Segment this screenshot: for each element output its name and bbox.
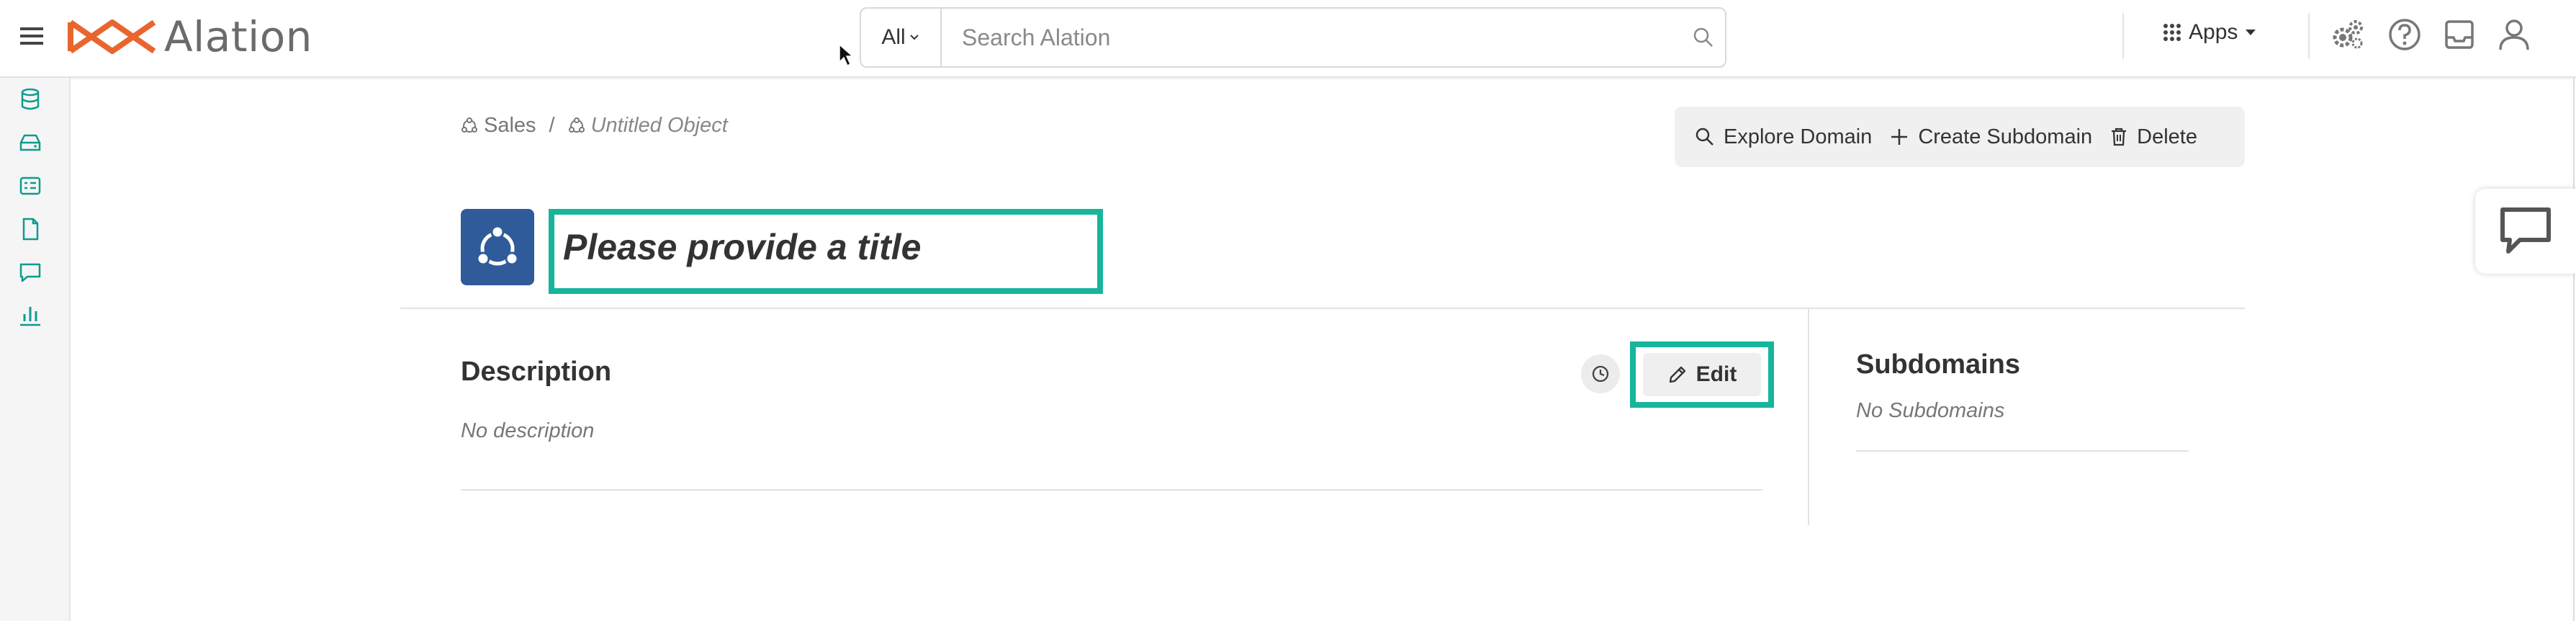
search-icon[interactable] — [1682, 27, 1725, 48]
database-icon[interactable] — [17, 86, 43, 112]
inbox-icon[interactable] — [2441, 16, 2478, 53]
breadcrumb-item-current: Untitled Object — [568, 114, 728, 138]
help-icon[interactable] — [2386, 16, 2423, 53]
edit-label: Edit — [1695, 362, 1737, 386]
document-icon[interactable] — [17, 216, 43, 242]
clock-icon — [1590, 364, 1611, 384]
title-field-highlight — [549, 209, 1103, 294]
search-icon — [1695, 127, 1724, 147]
explore-domain-label: Explore Domain — [1724, 125, 1873, 148]
subdomains-heading: Subdomains — [1856, 349, 2021, 380]
search-scope-dropdown[interactable]: All — [861, 9, 942, 66]
hamburger-menu-icon[interactable] — [17, 22, 46, 50]
domain-tile — [461, 209, 534, 285]
breadcrumb-separator: / — [549, 114, 555, 137]
description-heading: Description — [461, 357, 612, 387]
catalog-icon[interactable] — [17, 173, 43, 199]
app-name: Alation — [164, 12, 312, 61]
breadcrumb-label: Sales — [484, 114, 536, 137]
storage-icon[interactable] — [17, 130, 43, 156]
search-bar: All — [860, 7, 1726, 68]
chat-widget-button[interactable] — [2475, 189, 2576, 274]
trash-icon — [2109, 127, 2137, 147]
subdomains-value: No Subdomains — [1856, 399, 2005, 422]
description-value: No description — [461, 419, 595, 442]
mouse-cursor-icon — [838, 43, 854, 68]
alation-logo-icon — [66, 15, 158, 58]
subdomains-divider — [1856, 450, 2189, 452]
breadcrumb: Sales / Untitled Object — [461, 114, 728, 138]
breadcrumb-label: Untitled Object — [590, 114, 728, 137]
pencil-icon — [1667, 365, 1696, 385]
left-nav — [0, 78, 71, 621]
header-divider — [2308, 13, 2310, 59]
delete-button[interactable]: Delete — [2109, 125, 2197, 149]
explore-domain-button[interactable]: Explore Domain — [1695, 125, 1872, 149]
alation-logo[interactable]: Alation — [66, 12, 312, 62]
conversation-icon[interactable] — [17, 259, 43, 285]
caret-down-icon — [2245, 28, 2256, 37]
description-divider — [461, 489, 1762, 491]
edit-button-highlight: Edit — [1630, 341, 1774, 408]
column-divider — [1808, 309, 1809, 525]
search-scope-label: All — [881, 25, 906, 49]
user-profile-icon[interactable] — [2495, 16, 2533, 53]
page-edge — [2573, 78, 2575, 621]
settings-gears-icon[interactable] — [2330, 16, 2367, 53]
apps-menu-button[interactable]: Apps — [2163, 20, 2256, 45]
edit-description-button[interactable]: Edit — [1643, 353, 1761, 396]
domain-icon — [568, 117, 591, 135]
header-divider — [2122, 13, 2124, 59]
plus-icon — [1889, 127, 1918, 147]
chat-bubble-icon — [2497, 204, 2554, 259]
header-divider — [400, 308, 2245, 309]
history-button[interactable] — [1581, 354, 1620, 393]
create-subdomain-label: Create Subdomain — [1918, 125, 2093, 148]
bar-chart-icon[interactable] — [17, 303, 43, 329]
domain-toolbar: Explore Domain Create Subdomain Delete — [1675, 107, 2245, 167]
top-bar: Alation All Apps — [0, 0, 2576, 78]
title-input[interactable] — [554, 215, 1097, 280]
delete-label: Delete — [2137, 125, 2197, 148]
search-input[interactable] — [942, 8, 1682, 67]
create-subdomain-button[interactable]: Create Subdomain — [1889, 125, 2092, 149]
apps-label: Apps — [2189, 20, 2238, 44]
grid-icon — [2163, 23, 2181, 42]
breadcrumb-item-sales[interactable]: Sales — [461, 114, 536, 138]
domain-icon — [461, 117, 484, 135]
domain-icon — [472, 221, 523, 273]
chevron-down-icon — [909, 32, 920, 43]
